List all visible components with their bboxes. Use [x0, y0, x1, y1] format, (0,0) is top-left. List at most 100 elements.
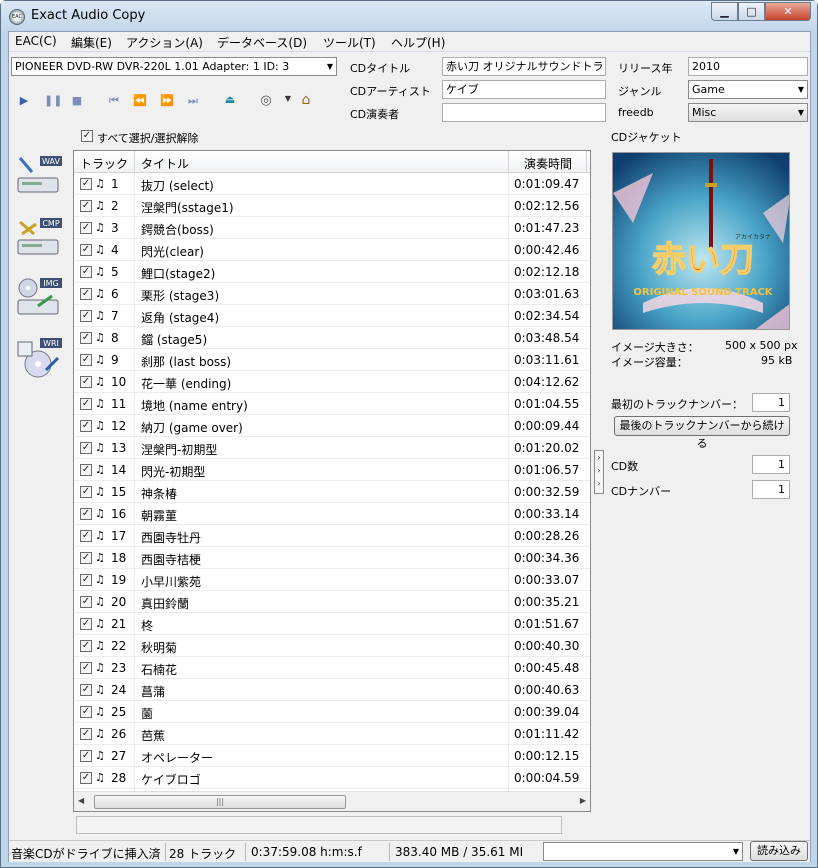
- track-title[interactable]: 閃光-初期型: [141, 463, 205, 480]
- track-row[interactable]: ✓ ♫ 21 柊 0:01:51.67: [74, 613, 590, 635]
- track-checkbox[interactable]: ✓: [80, 354, 92, 366]
- menu-help[interactable]: ヘルプ(H): [391, 34, 445, 51]
- track-title[interactable]: 納刀 (game over): [141, 419, 243, 436]
- track-checkbox[interactable]: ✓: [80, 398, 92, 410]
- track-row[interactable]: ✓ ♫ 26 芭蕉 0:01:11.42: [74, 723, 590, 745]
- track-title[interactable]: 西園寺牡丹: [141, 529, 201, 546]
- track-row[interactable]: ✓ ♫ 6 栗形 (stage3) 0:03:01.63: [74, 283, 590, 305]
- drive-select[interactable]: PIONEER DVD-RW DVR-220L 1.01 Adapter: 1 …: [11, 57, 337, 76]
- track-row[interactable]: ✓ ♫ 8 鐺 (stage5) 0:03:48.54: [74, 327, 590, 349]
- track-title[interactable]: 鍔競合(boss): [141, 221, 214, 238]
- track-row[interactable]: ✓ ♫ 23 石楠花 0:00:45.48: [74, 657, 590, 679]
- freedb-select[interactable]: Misc ▼: [688, 103, 808, 122]
- track-title[interactable]: 閃光(clear): [141, 243, 204, 260]
- track-title[interactable]: 朝霧菫: [141, 507, 177, 524]
- track-checkbox[interactable]: ✓: [80, 728, 92, 740]
- track-checkbox[interactable]: ✓: [80, 178, 92, 190]
- track-title[interactable]: 涅槃門-初期型: [141, 441, 217, 458]
- track-title[interactable]: 菖蒲: [141, 683, 165, 700]
- minimize-button[interactable]: ▁: [711, 2, 738, 21]
- track-checkbox[interactable]: ✓: [80, 266, 92, 278]
- track-title[interactable]: 神条椿: [141, 485, 177, 502]
- toggle-panel-button[interactable]: › › ›: [594, 450, 604, 494]
- track-row[interactable]: ✓ ♫ 28 ケイブロゴ 0:00:04.59: [74, 767, 590, 789]
- scroll-left-icon[interactable]: ◀: [78, 796, 84, 805]
- first-track-field[interactable]: 1: [752, 393, 790, 412]
- track-title[interactable]: 境地 (name entry): [141, 397, 248, 414]
- write-cd-button[interactable]: WRI: [14, 336, 64, 380]
- track-title[interactable]: 抜刀 (select): [141, 177, 214, 194]
- track-checkbox[interactable]: ✓: [80, 332, 92, 344]
- title-bar[interactable]: EAC Exact Audio Copy ▁ □ ✕: [1, 1, 817, 31]
- year-field[interactable]: 2010: [688, 57, 808, 76]
- track-checkbox[interactable]: ✓: [80, 310, 92, 322]
- column-time[interactable]: 演奏時間: [524, 155, 572, 172]
- track-row[interactable]: ✓ ♫ 4 閃光(clear) 0:00:42.46: [74, 239, 590, 261]
- track-checkbox[interactable]: ✓: [80, 244, 92, 256]
- disc-dropdown-icon[interactable]: ▼: [281, 94, 295, 103]
- cd-performer-field[interactable]: [442, 103, 606, 122]
- track-checkbox[interactable]: ✓: [80, 618, 92, 630]
- track-row[interactable]: ✓ ♫ 5 鯉口(stage2) 0:02:12.18: [74, 261, 590, 283]
- track-checkbox[interactable]: ✓: [80, 530, 92, 542]
- track-title[interactable]: 鯉口(stage2): [141, 265, 215, 282]
- track-row[interactable]: ✓ ♫ 19 小早川紫苑 0:00:33.07: [74, 569, 590, 591]
- track-list[interactable]: トラック タイトル 演奏時間 ✓ ♫ 1 抜刀 (select) 0:01:09.47 ✓…: [73, 150, 591, 812]
- track-row[interactable]: ✓ ♫ 22 秋明菊 0:00:40.30: [74, 635, 590, 657]
- track-row[interactable]: ✓ ♫ 15 神条椿 0:00:32.59: [74, 481, 590, 503]
- track-row[interactable]: ✓ ♫ 1 抜刀 (select) 0:01:09.47: [74, 173, 590, 195]
- track-checkbox[interactable]: ✓: [80, 508, 92, 520]
- track-checkbox[interactable]: ✓: [80, 684, 92, 696]
- track-row[interactable]: ✓ ♫ 3 鍔競合(boss) 0:01:47.23: [74, 217, 590, 239]
- track-title[interactable]: 真田鈴蘭: [141, 595, 189, 612]
- scrollbar-thumb[interactable]: |||: [94, 795, 346, 809]
- track-title[interactable]: 秋明菊: [141, 639, 177, 656]
- drive-options-icon[interactable]: ⌂: [299, 92, 313, 108]
- cd-title-field[interactable]: 赤い刀 オリジナルサウンドトラック: [442, 57, 606, 76]
- column-track[interactable]: トラック: [80, 155, 128, 172]
- cd-count-field[interactable]: 1: [752, 455, 790, 474]
- track-checkbox[interactable]: ✓: [80, 596, 92, 608]
- cd-number-field[interactable]: 1: [752, 480, 790, 499]
- track-checkbox[interactable]: ✓: [80, 574, 92, 586]
- menu-edit[interactable]: 編集(E): [71, 34, 112, 51]
- load-button[interactable]: 読み込み: [750, 841, 808, 861]
- previous-track-icon[interactable]: ⏮: [107, 94, 121, 108]
- stop-icon[interactable]: ■: [70, 94, 84, 107]
- track-row[interactable]: ✓ ♫ 7 返角 (stage4) 0:02:34.54: [74, 305, 590, 327]
- track-title[interactable]: 涅槃門(sstage1): [141, 199, 234, 216]
- track-row[interactable]: ✓ ♫ 27 オペレーター 0:00:12.15: [74, 745, 590, 767]
- disc-icon[interactable]: ◎: [259, 93, 273, 108]
- track-checkbox[interactable]: ✓: [80, 288, 92, 300]
- track-row[interactable]: ✓ ♫ 10 花一華 (ending) 0:04:12.62: [74, 371, 590, 393]
- cover-art[interactable]: 赤い刀 アカイカタナ ORIGINAL SOUND TRACK: [612, 152, 790, 330]
- menu-eac[interactable]: EAC(C): [15, 34, 57, 48]
- copy-compressed-button[interactable]: CMP: [14, 216, 64, 260]
- track-checkbox[interactable]: ✓: [80, 640, 92, 652]
- next-track-icon[interactable]: ⏭: [186, 94, 200, 108]
- track-row[interactable]: ✓ ♫ 20 真田鈴蘭 0:00:35.21: [74, 591, 590, 613]
- track-title[interactable]: 西園寺桔梗: [141, 551, 201, 568]
- track-title[interactable]: 鐺 (stage5): [141, 331, 207, 348]
- track-title[interactable]: 栗形 (stage3): [141, 287, 219, 304]
- track-row[interactable]: ✓ ♫ 13 涅槃門-初期型 0:01:20.02: [74, 437, 590, 459]
- close-button[interactable]: ✕: [765, 2, 811, 21]
- menu-database[interactable]: データベース(D): [217, 34, 307, 51]
- track-checkbox[interactable]: ✓: [80, 772, 92, 784]
- track-checkbox[interactable]: ✓: [80, 662, 92, 674]
- track-row[interactable]: ✓ ♫ 17 西園寺牡丹 0:00:28.26: [74, 525, 590, 547]
- track-checkbox[interactable]: ✓: [80, 200, 92, 212]
- track-title[interactable]: 薗: [141, 705, 153, 722]
- track-title[interactable]: 刹那 (last boss): [141, 353, 231, 370]
- copy-wav-button[interactable]: WAV: [14, 154, 64, 198]
- menu-action[interactable]: アクション(A): [126, 34, 203, 51]
- track-row[interactable]: ✓ ♫ 14 閃光-初期型 0:01:06.57: [74, 459, 590, 481]
- track-row[interactable]: ✓ ♫ 25 薗 0:00:39.04: [74, 701, 590, 723]
- pause-icon[interactable]: ❚❚: [44, 94, 62, 107]
- cd-artist-field[interactable]: ケイブ: [442, 80, 606, 99]
- eject-icon[interactable]: ⏏: [223, 93, 237, 106]
- horizontal-scrollbar[interactable]: ◀ ||| ▶: [74, 791, 590, 811]
- track-checkbox[interactable]: ✓: [80, 222, 92, 234]
- rewind-icon[interactable]: ⏪: [133, 94, 147, 107]
- track-row[interactable]: ✓ ♫ 11 境地 (name entry) 0:01:04.55: [74, 393, 590, 415]
